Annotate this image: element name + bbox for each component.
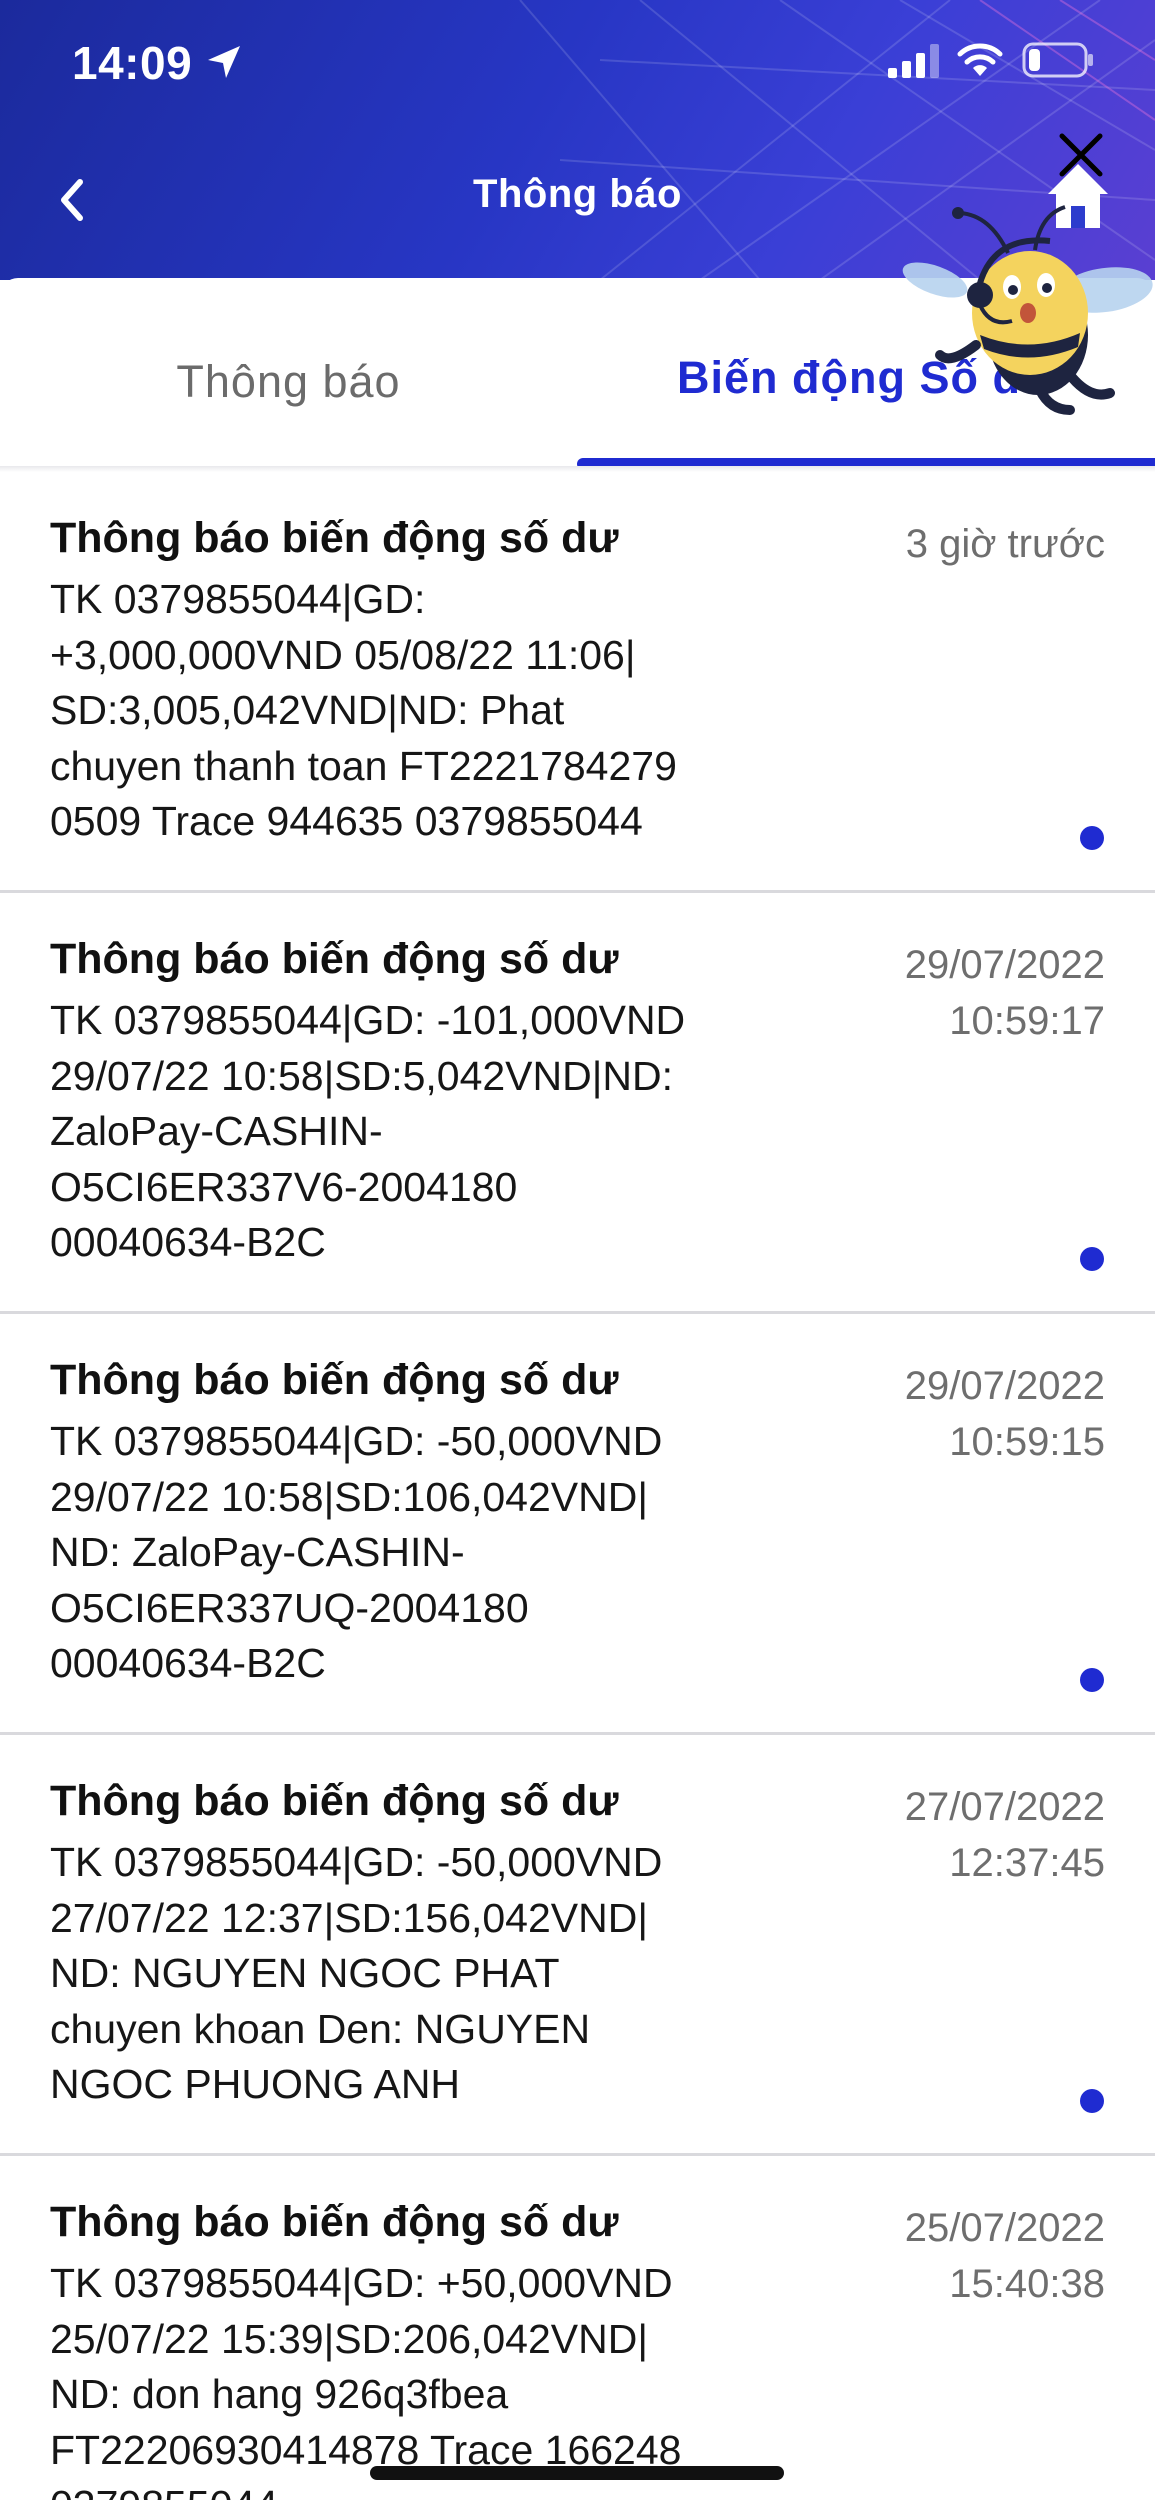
notification-item[interactable]: Thông báo biến động số dư 27/07/2022 12:… xyxy=(0,1735,1155,2156)
notification-body: TK 0379855044|GD: +3,000,000VND 05/08/22… xyxy=(50,576,677,844)
notification-item[interactable]: Thông báo biến động số dư 29/07/2022 10:… xyxy=(0,893,1155,1314)
status-time: 14:09 xyxy=(72,37,193,89)
notification-body: TK 0379855044|GD: -50,000VND 27/07/22 12… xyxy=(50,1839,663,2107)
notification-body: TK 0379855044|GD: -50,000VND 29/07/22 10… xyxy=(50,1418,663,1686)
notification-item[interactable]: Thông báo biến động số dư 3 giờ trước TK… xyxy=(0,472,1155,893)
notification-item[interactable]: Thông báo biến động số dư 25/07/2022 15:… xyxy=(0,2156,1155,2500)
location-arrow-icon xyxy=(208,46,240,78)
notification-time: 29/07/2022 10:59:15 xyxy=(904,1364,1105,1464)
close-icon[interactable] xyxy=(1056,130,1106,180)
wifi-icon xyxy=(957,43,1003,76)
notification-time: 29/07/2022 10:59:17 xyxy=(904,943,1105,1043)
notification-title: Thông báo biến động số dư xyxy=(50,1777,619,1825)
notification-item[interactable]: Thông báo biến động số dư 29/07/2022 10:… xyxy=(0,1314,1155,1735)
unread-dot xyxy=(1080,1668,1104,1692)
cellular-signal-icon xyxy=(888,44,939,78)
home-indicator[interactable] xyxy=(370,2466,784,2480)
unread-dot xyxy=(1080,2089,1104,2113)
notification-time: 27/07/2022 12:37:45 xyxy=(904,1785,1105,1885)
battery-icon xyxy=(1022,42,1093,78)
notification-list: Thông báo biến động số dư 3 giờ trước TK… xyxy=(0,472,1155,2500)
notification-title: Thông báo biến động số dư xyxy=(50,514,619,562)
tab-notifications[interactable]: Thông báo xyxy=(0,278,577,468)
notification-time: 3 giờ trước xyxy=(905,522,1105,566)
notification-body: TK 0379855044|GD: +50,000VND 25/07/22 15… xyxy=(50,2260,682,2500)
notification-title: Thông báo biến động số dư xyxy=(50,2198,619,2246)
notification-time: 25/07/2022 15:40:38 xyxy=(904,2206,1105,2306)
status-bar: 14:09 xyxy=(0,0,1155,130)
notification-title: Thông báo biến động số dư xyxy=(50,1356,619,1404)
unread-dot xyxy=(1080,1247,1104,1271)
notification-title: Thông báo biến động số dư xyxy=(50,935,619,983)
notification-body: TK 0379855044|GD: -101,000VND 29/07/22 1… xyxy=(50,997,686,1265)
unread-dot xyxy=(1080,826,1104,850)
bee-mascot-icon[interactable] xyxy=(900,195,1155,420)
